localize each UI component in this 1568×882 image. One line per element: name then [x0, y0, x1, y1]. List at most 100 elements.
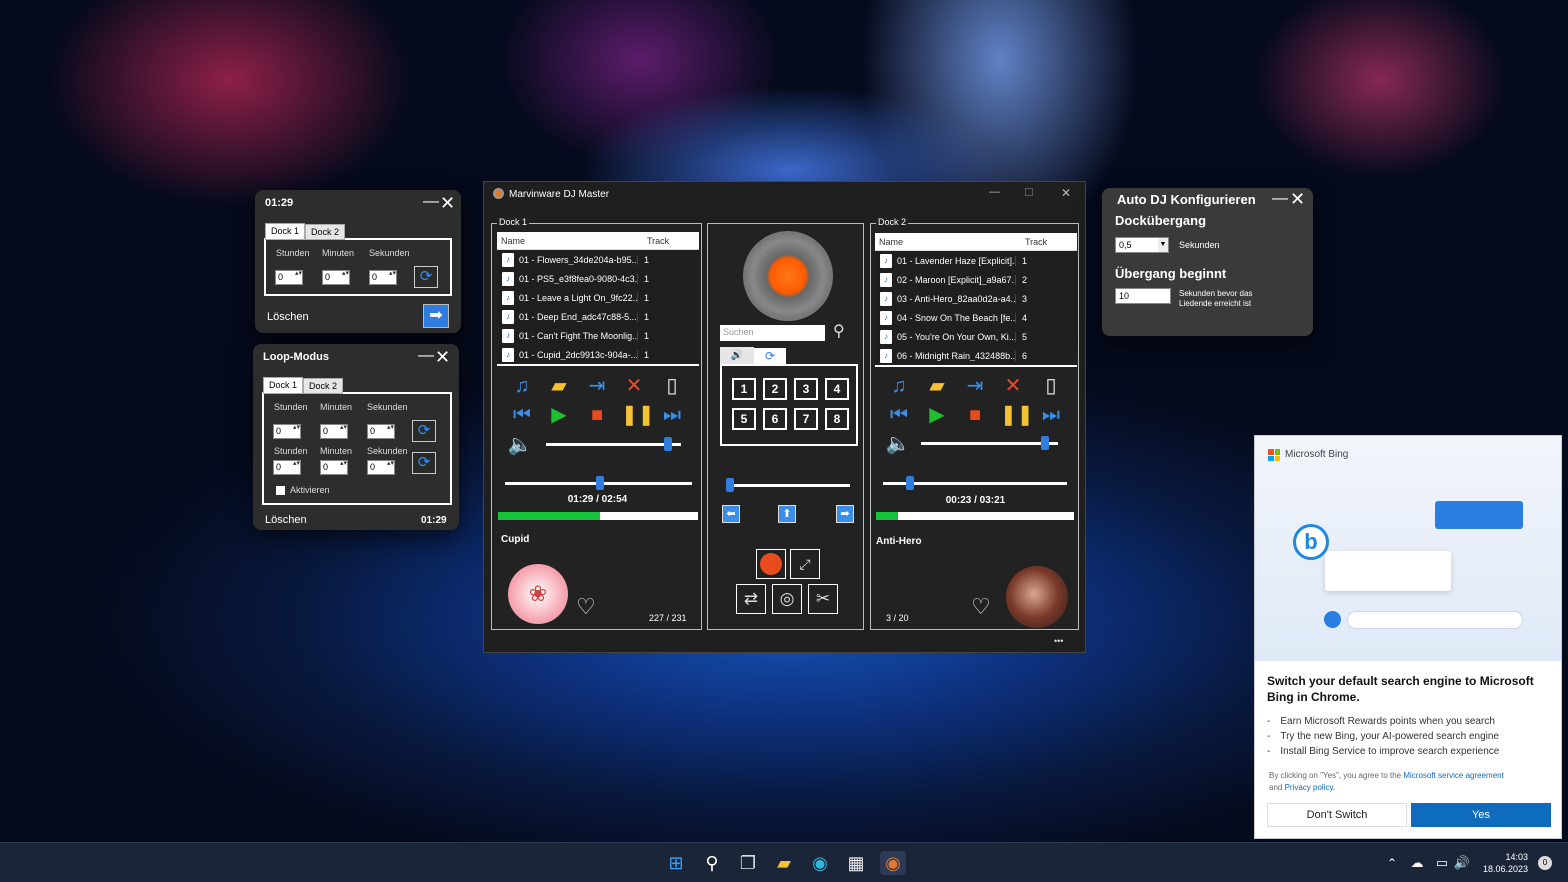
dock2-position-slider[interactable]	[883, 476, 1067, 490]
dont-switch-button[interactable]: Don't Switch	[1267, 803, 1407, 827]
position-knob[interactable]	[906, 476, 914, 490]
tab-dock2[interactable]: Dock 2	[305, 224, 346, 240]
maximize-button[interactable]: ☐	[1024, 186, 1034, 199]
remove-icon[interactable]: ✕	[1000, 373, 1026, 399]
volume-knob[interactable]	[1041, 436, 1049, 450]
chevron-up-icon[interactable]: ⌃	[1380, 851, 1404, 875]
pad-button-4[interactable]: 4	[825, 378, 849, 400]
track-row[interactable]: ♪ 01 - Deep End_adc47c88-5... 1	[497, 307, 699, 326]
dock2-volume-slider[interactable]	[921, 436, 1058, 450]
track-row[interactable]: ♪ 04 - Snow On The Beach [fe... 4	[875, 308, 1077, 327]
minimize-icon[interactable]: —	[423, 193, 439, 211]
more-icon[interactable]: •••	[1054, 636, 1063, 646]
end-hours-stepper[interactable]: 0	[273, 460, 301, 475]
edge-icon[interactable]: ◉	[808, 851, 832, 875]
task-view-icon[interactable]: ❐	[736, 851, 760, 875]
refresh-icon[interactable]: ⟳	[412, 452, 436, 474]
track-row[interactable]: ♪ 03 - Anti-Hero_82aa0d2a-a4... 3	[875, 289, 1077, 308]
close-icon[interactable]: ✕	[440, 193, 455, 214]
start-minutes-stepper[interactable]: 0	[320, 424, 348, 439]
pad-button-7[interactable]: 7	[794, 408, 818, 430]
file-explorer-icon[interactable]: ▰	[772, 851, 796, 875]
volume-knob[interactable]	[664, 437, 672, 451]
activate-checkbox[interactable]	[276, 486, 285, 495]
volume-icon[interactable]: 🔈	[507, 432, 533, 458]
record-button[interactable]	[756, 549, 786, 579]
crossfader-knob[interactable]	[726, 478, 734, 492]
minutes-stepper[interactable]: 0	[322, 270, 350, 285]
end-minutes-stepper[interactable]: 0	[320, 460, 348, 475]
minimize-button[interactable]: —	[989, 186, 1000, 198]
previous-icon[interactable]: ⏮	[509, 402, 535, 428]
heart-icon[interactable]: ♡	[971, 594, 991, 620]
privacy-policy-link[interactable]: Privacy policy.	[1285, 783, 1336, 792]
pad-button-2[interactable]: 2	[763, 378, 787, 400]
minimize-icon[interactable]: —	[1272, 190, 1288, 208]
minimize-icon[interactable]: —	[418, 347, 434, 365]
remove-icon[interactable]: ✕	[621, 373, 647, 399]
refresh-icon[interactable]: ⟳	[414, 266, 438, 288]
autodj-icon[interactable]: ◎	[772, 584, 802, 614]
refresh-tab-icon[interactable]: ⟳	[754, 348, 786, 365]
delete-button[interactable]: Löschen	[265, 514, 307, 526]
search-icon[interactable]: ⚲	[700, 851, 724, 875]
delete-button[interactable]: Löschen	[267, 311, 309, 323]
arrow-right-icon[interactable]: ➡	[836, 505, 854, 523]
search-icon[interactable]: ⚲	[833, 321, 845, 341]
stop-icon[interactable]: ■	[584, 402, 610, 428]
refresh-icon[interactable]: ⟳	[412, 420, 436, 442]
volume-icon[interactable]: 🔈	[885, 431, 911, 457]
search-input[interactable]: Suchen	[720, 325, 825, 341]
position-knob[interactable]	[596, 476, 604, 490]
dock1-tracklist[interactable]: Name Track ♪ 01 - Flowers_34de204a-b95... 1…	[497, 232, 699, 366]
start-seconds-stepper[interactable]: 0	[367, 424, 395, 439]
col-track[interactable]: Track	[1021, 233, 1051, 250]
track-row[interactable]: ♪ 05 - You're On Your Own, Ki... 5	[875, 327, 1077, 346]
shuffle-icon[interactable]: ⇄	[736, 584, 766, 614]
pad-button-8[interactable]: 8	[825, 408, 849, 430]
track-row[interactable]: ♪ 01 - Cupid_2dc9913c-904a-... 1	[497, 345, 699, 364]
cloud-icon[interactable]: ☁	[1405, 851, 1429, 875]
add-music-icon[interactable]: ♫	[509, 373, 535, 399]
seconds-stepper[interactable]: 0	[369, 270, 397, 285]
close-icon[interactable]: ✕	[1290, 189, 1305, 210]
dock1-position-slider[interactable]	[505, 476, 692, 490]
hours-stepper[interactable]: 0	[275, 270, 303, 285]
pause-icon[interactable]: ❚❚	[621, 402, 655, 428]
col-track[interactable]: Track	[643, 232, 673, 249]
clear-icon[interactable]: ▯	[659, 373, 685, 399]
folder-icon[interactable]: ▰	[546, 373, 572, 399]
folder-icon[interactable]: ▰	[924, 373, 950, 399]
crossfader[interactable]	[726, 478, 850, 492]
arrow-up-icon[interactable]: ⬆	[778, 505, 796, 523]
col-name[interactable]: Name	[875, 233, 1021, 250]
next-icon[interactable]: ⏭	[659, 402, 685, 428]
expand-icon[interactable]: ⤢	[790, 549, 820, 579]
dock2-tracklist[interactable]: Name Track ♪ 01 - Lavender Haze [Explicit]…	[875, 233, 1077, 367]
chevron-down-icon[interactable]: ▼	[1158, 238, 1168, 252]
end-seconds-stepper[interactable]: 0	[367, 460, 395, 475]
pause-icon[interactable]: ❚❚	[1000, 402, 1034, 428]
play-icon[interactable]: ▶	[924, 402, 950, 428]
add-music-icon[interactable]: ♫	[886, 373, 912, 399]
clear-icon[interactable]: ▯	[1038, 373, 1064, 399]
track-row[interactable]: ♪ 01 - Leave a Light On_9fc22... 1	[497, 288, 699, 307]
speaker-icon[interactable]: 🔊	[1450, 851, 1474, 875]
pad-button-3[interactable]: 3	[794, 378, 818, 400]
tab-dock2[interactable]: Dock 2	[303, 378, 344, 394]
tools-icon[interactable]: ✂	[808, 584, 838, 614]
dock1-volume-slider[interactable]	[546, 437, 681, 451]
track-row[interactable]: ♪ 01 - Can't Fight The Moonlig... 1	[497, 326, 699, 345]
windows-start-icon[interactable]: ⊞	[664, 851, 688, 875]
stop-icon[interactable]: ■	[962, 402, 988, 428]
pad-button-1[interactable]: 1	[732, 378, 756, 400]
transition-start-stepper[interactable]: 10	[1115, 288, 1171, 304]
pad-button-5[interactable]: 5	[732, 408, 756, 430]
store-icon[interactable]: ▦	[844, 851, 868, 875]
track-row[interactable]: ♪ 06 - Midnight Rain_432488b... 6	[875, 346, 1077, 365]
audio-tab-icon[interactable]: 🔊	[720, 347, 754, 364]
yes-button[interactable]: Yes	[1411, 803, 1551, 827]
arrow-left-icon[interactable]: ⬅	[722, 505, 740, 523]
heart-icon[interactable]: ♡	[576, 594, 596, 620]
track-row[interactable]: ♪ 01 - PS5_e3f8fea0-9080-4c3... 1	[497, 269, 699, 288]
